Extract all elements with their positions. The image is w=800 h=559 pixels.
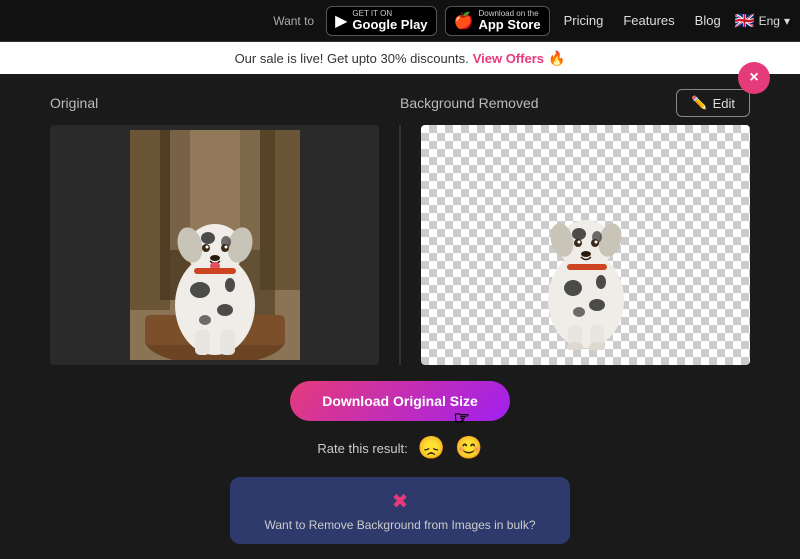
edit-label: Edit	[713, 96, 735, 111]
header-section: Original Background Removed ✏️ Edit	[50, 89, 750, 117]
original-image-container	[50, 125, 379, 365]
download-label: Download Original Size	[322, 393, 478, 409]
lang-label: Eng	[759, 14, 780, 28]
google-play-label-big: Google Play	[352, 18, 427, 31]
sale-banner: Our sale is live! Get upto 30% discounts…	[0, 42, 800, 74]
images-row	[50, 125, 750, 365]
sale-text: Our sale is live! Get upto 30% discounts…	[235, 51, 469, 66]
rate-label: Rate this result:	[317, 441, 407, 456]
bg-removed-label: Background Removed	[400, 95, 539, 111]
app-store-texts: Download on the App Store	[478, 10, 540, 31]
close-icon: ×	[749, 69, 758, 87]
download-button[interactable]: Download Original Size ☞	[290, 381, 510, 421]
bulk-icon: ✖	[392, 489, 409, 514]
main-content: Original Background Removed ✏️ Edit	[0, 74, 800, 559]
google-play-icon: ▶	[335, 11, 347, 31]
features-link[interactable]: Features	[617, 13, 680, 28]
bg-removed-group: Background Removed ✏️ Edit	[400, 89, 750, 117]
close-button[interactable]: ×	[738, 62, 770, 94]
blog-link[interactable]: Blog	[689, 13, 727, 28]
happy-rating-button[interactable]: 😊	[455, 435, 482, 461]
google-play-button[interactable]: ▶ GET IT ON Google Play	[326, 6, 436, 36]
cursor-icon: ☞	[454, 408, 470, 429]
promo-text: Want to Remove Background from Images in…	[264, 518, 535, 532]
bg-removed-dog-image	[521, 140, 651, 350]
view-offers-link[interactable]: View Offers	[473, 51, 544, 66]
want-to-text: Want to	[273, 14, 314, 28]
chevron-down-icon: ▾	[784, 14, 790, 28]
original-label: Original	[50, 95, 400, 111]
app-store-button[interactable]: 🍎 Download on the App Store	[445, 6, 550, 36]
rate-section: Rate this result: 😞 😊	[50, 435, 750, 461]
google-play-texts: GET IT ON Google Play	[352, 10, 427, 31]
flag-icon: 🇬🇧	[735, 11, 755, 31]
original-dog-image	[130, 130, 300, 360]
language-selector[interactable]: 🇬🇧 Eng ▾	[735, 11, 790, 31]
top-nav: Want to ▶ GET IT ON Google Play 🍎 Downlo…	[0, 0, 800, 42]
pencil-icon: ✏️	[691, 95, 707, 111]
edit-button[interactable]: ✏️ Edit	[676, 89, 750, 117]
bg-removed-image-container	[421, 125, 750, 365]
apple-icon: 🍎	[454, 11, 474, 31]
pricing-link[interactable]: Pricing	[558, 13, 610, 28]
promo-card: ✖ Want to Remove Background from Images …	[230, 477, 570, 544]
image-divider	[399, 125, 401, 365]
app-store-label-big: App Store	[478, 18, 540, 31]
header-labels: Original Background Removed ✏️ Edit	[50, 89, 750, 117]
download-section: Download Original Size ☞	[50, 381, 750, 421]
sad-rating-button[interactable]: 😞	[418, 435, 445, 461]
fire-icon: 🔥	[548, 50, 565, 67]
